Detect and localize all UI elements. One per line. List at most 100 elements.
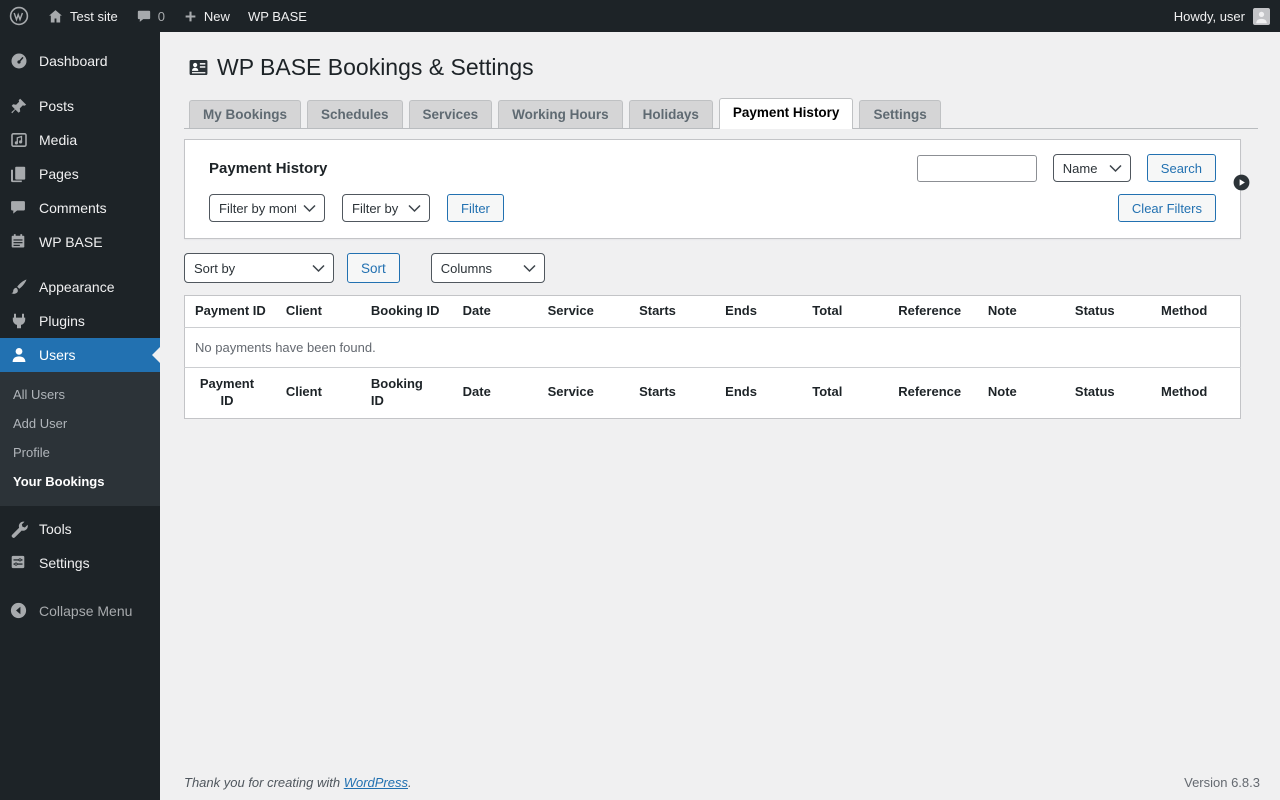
appearance-icon — [9, 277, 29, 297]
sidebar-item-label: Tools — [39, 521, 72, 537]
sidebar-item-comments[interactable]: Comments — [0, 191, 160, 225]
sidebar-item-label: Users — [39, 347, 76, 363]
column-header: Date — [452, 295, 538, 328]
clear-filters-button[interactable]: Clear Filters — [1117, 194, 1216, 222]
page-title-text: WP BASE Bookings & Settings — [217, 54, 534, 80]
page-title: WP BASE Bookings & Settings — [188, 52, 1258, 82]
sidebar-collapse-menu[interactable]: Collapse Menu — [0, 594, 160, 628]
column-footer: Starts — [639, 384, 676, 400]
sidebar-item-posts[interactable]: Posts — [0, 89, 160, 123]
plugins-icon — [9, 311, 29, 331]
submenu-item-add-user[interactable]: Add User — [0, 409, 160, 438]
search-button[interactable]: Search — [1146, 154, 1216, 182]
sidebar-item-users[interactable]: Users — [0, 338, 160, 372]
filter-button[interactable]: Filter — [447, 194, 504, 222]
columns-select[interactable]: Columns — [430, 253, 545, 283]
admin-bar-comments[interactable]: 0 — [127, 0, 174, 32]
footer-thanks: Thank you for creating with WordPress. — [184, 775, 412, 790]
admin-bar-new-button[interactable]: New — [174, 0, 239, 32]
comments-bubble-icon — [136, 8, 152, 24]
new-label: New — [203, 8, 230, 24]
wp-base-label: WP BASE — [247, 8, 307, 24]
admin-bar-account[interactable]: Howdy, user — [1174, 7, 1280, 25]
sidebar-item-pages[interactable]: Pages — [0, 157, 160, 191]
footer-thanks-period: . — [408, 775, 412, 790]
plus-icon — [183, 9, 198, 24]
column-header: Note — [977, 295, 1065, 328]
filter-month-select[interactable]: Filter by month/week — [209, 194, 325, 222]
comments-icon — [9, 198, 29, 218]
tab-bar: My Bookings Schedules Services Working H… — [184, 98, 1258, 129]
column-header: Payment ID — [184, 295, 276, 328]
sort-button[interactable]: Sort — [347, 253, 400, 283]
id-card-icon — [188, 57, 209, 78]
column-footer-label: Booking ID — [370, 375, 423, 408]
column-footer: Reference — [898, 384, 962, 400]
column-footer: Total — [812, 384, 843, 400]
wordpress-logo-icon — [9, 6, 29, 26]
tab-payment-history[interactable]: Payment History — [718, 98, 854, 129]
column-footer: Note — [987, 384, 1017, 400]
column-footer: Booking ID — [361, 367, 453, 418]
comments-count: 0 — [157, 8, 165, 24]
sidebar-item-settings[interactable]: Settings — [0, 546, 160, 580]
column-header: Booking ID — [360, 295, 453, 328]
column-footer: Method — [1161, 384, 1208, 400]
wordpress-logo-button[interactable] — [0, 0, 38, 32]
wp-base-icon — [9, 232, 29, 252]
filter-service-select[interactable]: Filter by service — [342, 194, 430, 222]
tab-my-bookings[interactable]: My Bookings — [189, 100, 302, 128]
tab-working-hours[interactable]: Working Hours — [498, 100, 623, 128]
avatar — [1253, 7, 1270, 25]
search-by-select[interactable]: Name — [1052, 154, 1131, 182]
admin-bar-wp-base[interactable]: WP BASE — [239, 0, 316, 32]
column-header: Method — [1151, 295, 1241, 328]
sort-by-select[interactable]: Sort by — [184, 253, 334, 283]
help-play-button[interactable] — [1233, 174, 1250, 191]
site-name: Test site — [70, 8, 118, 24]
sidebar-item-wp-base[interactable]: WP BASE — [0, 225, 160, 259]
sidebar-item-label: Collapse Menu — [39, 603, 133, 619]
tab-settings[interactable]: Settings — [859, 100, 941, 128]
sort-bar: Sort by Sort Columns — [184, 253, 1258, 283]
sidebar-item-tools[interactable]: Tools — [0, 512, 160, 546]
column-header: Starts — [629, 295, 716, 328]
wordpress-link[interactable]: WordPress — [344, 775, 408, 790]
submenu-item-your-bookings[interactable]: Your Bookings — [0, 467, 160, 496]
collapse-icon — [9, 601, 29, 621]
column-header: Reference — [888, 295, 978, 328]
submenu-item-all-users[interactable]: All Users — [0, 380, 160, 409]
sidebar-item-dashboard[interactable]: Dashboard — [0, 44, 160, 78]
sidebar-item-plugins[interactable]: Plugins — [0, 304, 160, 338]
column-footer: Ends — [725, 384, 757, 400]
tab-services[interactable]: Services — [408, 100, 493, 128]
home-icon — [47, 8, 64, 25]
column-header: Total — [802, 295, 889, 328]
payments-table: Payment ID Client Booking ID Date Servic… — [184, 295, 1241, 419]
tab-holidays[interactable]: Holidays — [628, 100, 713, 128]
column-footer: Date — [462, 384, 491, 400]
submenu-item-profile[interactable]: Profile — [0, 438, 160, 467]
admin-bar-site-link[interactable]: Test site — [38, 0, 127, 32]
column-header: Ends — [715, 295, 803, 328]
sidebar-item-label: WP BASE — [39, 234, 103, 250]
main-content: WP BASE Bookings & Settings My Bookings … — [160, 32, 1280, 800]
search-input[interactable] — [916, 154, 1037, 182]
sidebar-item-label: Media — [39, 132, 78, 148]
posts-icon — [9, 96, 29, 116]
sidebar-item-appearance[interactable]: Appearance — [0, 270, 160, 304]
panel-title: Payment History — [209, 159, 328, 177]
tools-icon — [9, 519, 29, 539]
pages-icon — [9, 164, 29, 184]
sidebar-item-media[interactable]: Media — [0, 123, 160, 157]
column-footer: Payment ID — [185, 367, 276, 418]
footer-thanks-text: Thank you for creating with — [184, 775, 344, 790]
tab-schedules[interactable]: Schedules — [307, 100, 403, 128]
sidebar-separator — [0, 78, 160, 89]
sidebar-item-label: Comments — [39, 200, 107, 216]
sidebar-item-label: Plugins — [39, 313, 85, 329]
column-header: Status — [1064, 295, 1152, 328]
media-icon — [9, 130, 29, 150]
empty-row: No payments have been found. — [184, 327, 1241, 368]
sidebar-item-label: Appearance — [39, 279, 115, 295]
